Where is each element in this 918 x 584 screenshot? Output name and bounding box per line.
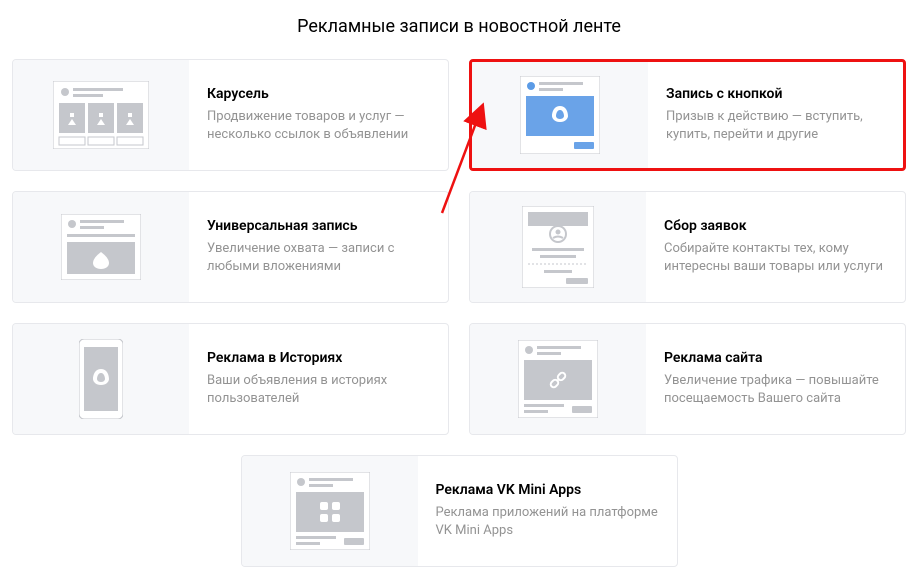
card-site-ad-body: Реклама сайта Увеличение трафика — повыш… — [646, 324, 905, 434]
card-mini-apps-body: Реклама VK Mini Apps Реклама приложений … — [418, 456, 677, 566]
carousel-icon — [53, 81, 149, 149]
card-desc: Призыв к действию — вступить, купить, пе… — [666, 108, 885, 143]
card-universal-post-body: Универсальная запись Увеличение охвата —… — [189, 192, 448, 302]
card-desc: Продвижение товаров и услуг — несколько … — [207, 108, 430, 143]
card-carousel[interactable]: Карусель Продвижение товаров и услуг — н… — [12, 59, 449, 171]
stories-icon — [79, 339, 123, 419]
universal-post-icon — [61, 214, 141, 280]
card-button-post-body: Запись с кнопкой Призыв к действию — вст… — [648, 62, 903, 168]
card-universal-post[interactable]: Универсальная запись Увеличение охвата —… — [12, 191, 449, 303]
page-title: Рекламные записи в новостной ленте — [0, 0, 918, 59]
card-title: Реклама в Историях — [207, 350, 430, 366]
card-desc: Собирайте контакты тех, кому интересны в… — [664, 240, 887, 275]
card-desc: Увеличение охвата — записи с любыми влож… — [207, 240, 430, 275]
card-stories-icon-area — [13, 324, 189, 434]
card-lead-form-body: Сбор заявок Собирайте контакты тех, кому… — [646, 192, 905, 302]
card-carousel-icon-area — [13, 60, 189, 170]
card-lead-form-icon-area — [470, 192, 646, 302]
card-site-ad-icon-area — [470, 324, 646, 434]
card-universal-post-icon-area — [13, 192, 189, 302]
card-title: Запись с кнопкой — [666, 86, 885, 102]
card-title: Сбор заявок — [664, 218, 887, 234]
card-carousel-body: Карусель Продвижение товаров и услуг — н… — [189, 60, 448, 170]
card-button-post-icon-area — [472, 62, 648, 168]
card-desc: Увеличение трафика — повышайте посещаемо… — [664, 372, 887, 407]
card-desc: Ваши объявления в историях пользователей — [207, 372, 430, 407]
lead-form-icon — [522, 206, 594, 288]
button-post-icon — [520, 76, 600, 154]
card-stories[interactable]: Реклама в Историях Ваши объявления в ист… — [12, 323, 449, 435]
card-site-ad[interactable]: Реклама сайта Увеличение трафика — повыш… — [469, 323, 906, 435]
card-lead-form[interactable]: Сбор заявок Собирайте контакты тех, кому… — [469, 191, 906, 303]
site-ad-icon — [518, 340, 598, 418]
card-stories-body: Реклама в Историях Ваши объявления в ист… — [189, 324, 448, 434]
card-title: Универсальная запись — [207, 218, 430, 234]
card-desc: Реклама приложений на платформе VK Mini … — [436, 504, 659, 539]
card-mini-apps-icon-area — [242, 456, 418, 566]
mini-apps-icon — [290, 472, 370, 550]
ad-format-grid: Карусель Продвижение товаров и услуг — н… — [0, 59, 918, 579]
card-title: Реклама VK Mini Apps — [436, 482, 659, 498]
card-title: Карусель — [207, 86, 430, 102]
card-button-post[interactable]: Запись с кнопкой Призыв к действию — вст… — [469, 59, 906, 171]
card-mini-apps[interactable]: Реклама VK Mini Apps Реклама приложений … — [241, 455, 678, 567]
card-title: Реклама сайта — [664, 350, 887, 366]
